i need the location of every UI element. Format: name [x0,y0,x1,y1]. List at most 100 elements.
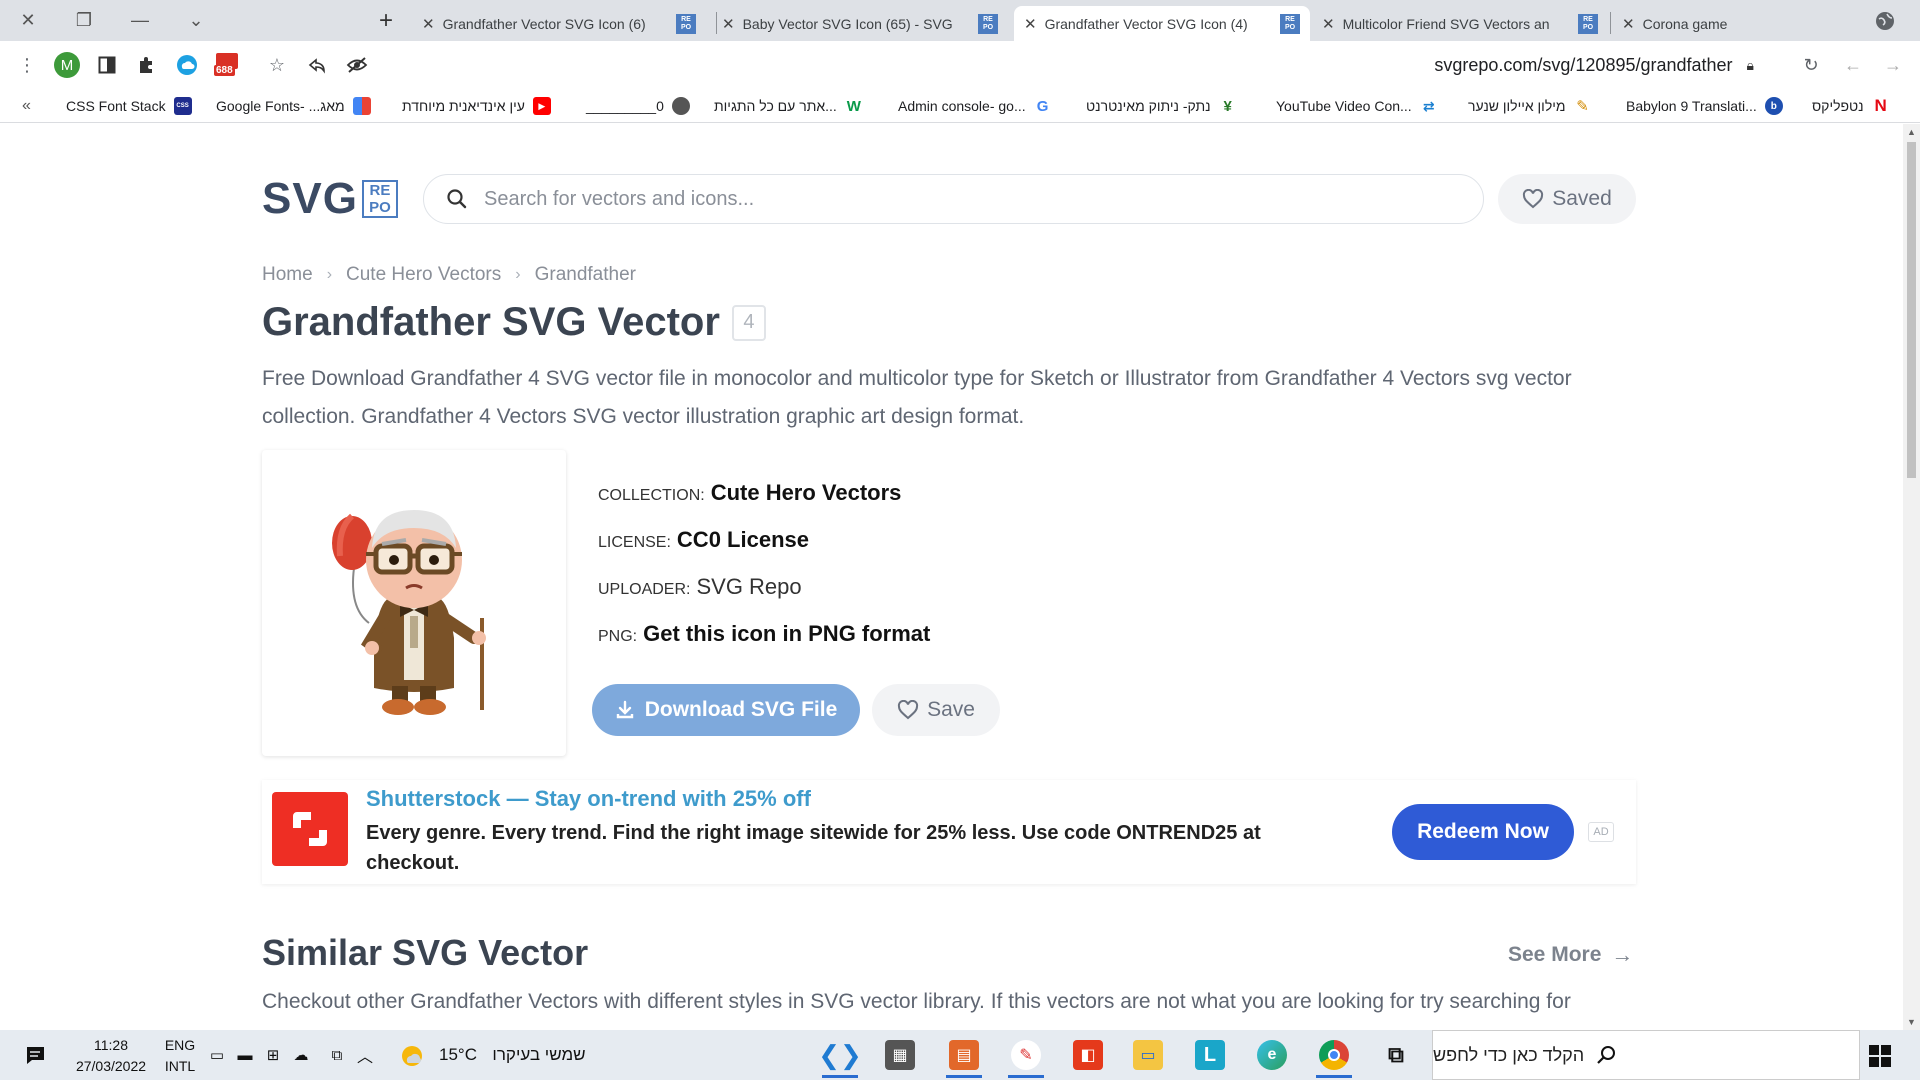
keyboard-layout[interactable]: INTL [162,1056,198,1076]
bookmark-label: _________0 [586,98,664,114]
tab-corona-game[interactable]: ✕ Corona game [1612,6,1862,41]
vscode-icon[interactable]: ❮❯ [810,1030,870,1080]
download-svg-button[interactable]: Download SVG File [592,684,860,736]
tab-search-chevron-icon[interactable]: ⌄ [168,0,224,41]
page-scrollbar[interactable]: ▲ ▼ [1903,124,1920,1030]
meta-collection-link[interactable]: Cute Hero Vectors [711,480,902,506]
tab-close-icon[interactable]: ✕ [1024,15,1037,33]
breadcrumb-current[interactable]: Grandfather [535,264,636,286]
globe-icon [671,97,690,115]
variant-count-badge: 4 [731,304,766,341]
clock-time[interactable]: 11:28 [66,1034,156,1056]
scrollbar-thumb[interactable] [1907,142,1916,478]
extensions-puzzle-icon[interactable] [132,50,162,80]
breadcrumb-collection[interactable]: Cute Hero Vectors [346,264,501,286]
chrome-icon[interactable] [1304,1030,1364,1080]
heart-icon [897,700,919,720]
meta-license-link[interactable]: CC0 License [677,527,809,553]
see-more-link[interactable]: See More → [1508,942,1633,968]
similar-section-title: Similar SVG Vector [262,932,589,973]
back-arrow-icon[interactable]: → [1878,50,1908,80]
address-bar[interactable]: svgrepo.com/svg/120895/grandfather 🔒︎ [296,47,1770,83]
slides-icon[interactable]: ▤ [934,1030,994,1080]
windows-start-icon[interactable] [1866,1042,1894,1070]
bookmark-tags-site[interactable]: אתר עם כל התגיות... W [714,95,863,117]
bookmark-disconnect[interactable]: נתק- ניתוק מאינטרנט ¥ [1086,95,1237,117]
reload-icon[interactable]: ↻ [1796,50,1826,80]
tab-close-icon[interactable]: ✕ [722,15,735,33]
chevron-up-icon[interactable]: ︿ [354,1044,376,1066]
search-bar[interactable] [423,174,1484,224]
bookmark-admin-console[interactable]: Admin console- go... G [898,95,1052,117]
profile-avatar[interactable]: M [52,50,82,80]
weather-temperature[interactable]: 15°C [432,1042,484,1068]
onedrive-icon[interactable]: ☁ [290,1044,312,1066]
shutterstock-logo[interactable] [272,792,348,866]
office-icon[interactable]: ◧ [1058,1030,1118,1080]
task-view-icon[interactable]: ⧉ [1366,1030,1426,1080]
bookmark-youtube-converter[interactable]: YouTube Video Con... ⇄ [1276,95,1438,117]
language-indicator[interactable]: ENG [162,1034,198,1056]
tab-close-icon[interactable]: ✕ [422,15,435,33]
saved-button[interactable]: Saved [1498,174,1636,224]
bookmark-dictionary[interactable]: מילון איילון שנער ✎ [1468,95,1592,117]
notifications-icon[interactable] [22,1043,48,1067]
tab-close-icon[interactable]: ✕ [1622,15,1635,33]
gmail-checker-icon[interactable]: 688 [212,50,242,80]
windows-search-box[interactable]: הקלד כאן כדי לחפש [1432,1030,1860,1080]
edge-icon[interactable]: e [1242,1030,1302,1080]
search-input[interactable] [484,187,1464,211]
new-tab-button[interactable]: + [370,6,402,36]
grandfather-illustration [332,510,486,715]
window-restore-icon[interactable]: ❐ [56,0,112,41]
tab-close-icon[interactable]: ✕ [1322,15,1335,33]
calculator-icon[interactable]: ▦ [870,1030,930,1080]
ad-title[interactable]: Shutterstock — Stay on-trend with 25% of… [366,786,811,812]
meta-png-link[interactable]: Get this icon in PNG format [643,621,930,647]
bookmark-blank-0[interactable]: _________0 [586,95,690,117]
file-explorer-icon[interactable]: ▭ [1118,1030,1178,1080]
save-button[interactable]: Save [872,684,1000,736]
bookmark-label: Google Fonts- ...מאג [216,98,345,114]
netflix-icon: N [1874,96,1887,115]
page-viewport: SVG RE PO Saved Home › Cute Hero Vectors… [0,124,1903,1030]
lock-icon[interactable]: 🔒︎ [1747,57,1754,74]
bookmark-css-font-stack[interactable]: CSS Font Stack CSS [66,95,192,117]
bookmark-star-icon[interactable]: ☆ [262,50,292,80]
bookmark-google-fonts[interactable]: Google Fonts- ...מאג [216,95,371,117]
bookmarks-overflow-chevron-icon[interactable]: « [22,95,31,117]
advertisement[interactable]: Shutterstock — Stay on-trend with 25% of… [262,780,1636,884]
tab-multicolor-friend[interactable]: ✕ Multicolor Friend SVG Vectors an RE PO [1312,6,1608,41]
redeem-now-button[interactable]: Redeem Now [1392,804,1574,860]
weather-sun-icon[interactable] [398,1042,426,1070]
scroll-up-icon[interactable]: ▲ [1903,124,1920,140]
tab-baby-vector[interactable]: ✕ Baby Vector SVG Icon (65) - SVG RE PO [712,6,1008,41]
window-minimize-icon[interactable]: — [112,0,168,41]
l-app-icon[interactable]: L [1180,1030,1240,1080]
bookmark-netflix[interactable]: נטפליקס N [1812,95,1890,117]
scroll-down-icon[interactable]: ▼ [1903,1014,1920,1030]
meet-now-icon[interactable]: ⧉ [326,1044,348,1066]
plant-icon: ¥ [1223,97,1232,115]
network-icon[interactable]: ▭ [206,1044,228,1066]
meta-collection: COLLECTION: Cute Hero Vectors [598,480,930,527]
paint-icon[interactable]: ✎ [996,1030,1056,1080]
tab-grandfather-4-active[interactable]: ✕ Grandfather Vector SVG Icon (4) RE PO [1014,6,1310,41]
clock-date[interactable]: 27/03/2022 [66,1056,156,1076]
forward-arrow-icon[interactable]: ← [1838,50,1868,80]
side-panel-icon[interactable] [92,50,122,80]
volume-icon[interactable]: ⊞ [262,1044,284,1066]
bookmark-indian-eye[interactable]: עין אינדיאנית מיוחדת ▶ [402,95,551,117]
cloud-extension-icon[interactable] [172,50,202,80]
tab-grandfather-6[interactable]: ✕ Grandfather Vector SVG Icon (6) RE PO [412,6,706,41]
chrome-menu-icon[interactable]: ⋮ [12,50,42,80]
window-close-icon[interactable]: ✕ [0,0,56,41]
converter-icon: ⇄ [1422,97,1435,114]
svgrepo-logo[interactable]: SVG RE PO [262,174,398,224]
logo-text: SVG [262,174,358,223]
battery-icon[interactable]: ▬ [234,1044,256,1066]
weather-description[interactable]: שמשי בעיקרו [484,1042,594,1068]
chevron-right-icon: › [515,266,521,283]
breadcrumb-home[interactable]: Home [262,264,313,286]
bookmark-babylon[interactable]: Babylon 9 Translati... b [1626,95,1783,117]
